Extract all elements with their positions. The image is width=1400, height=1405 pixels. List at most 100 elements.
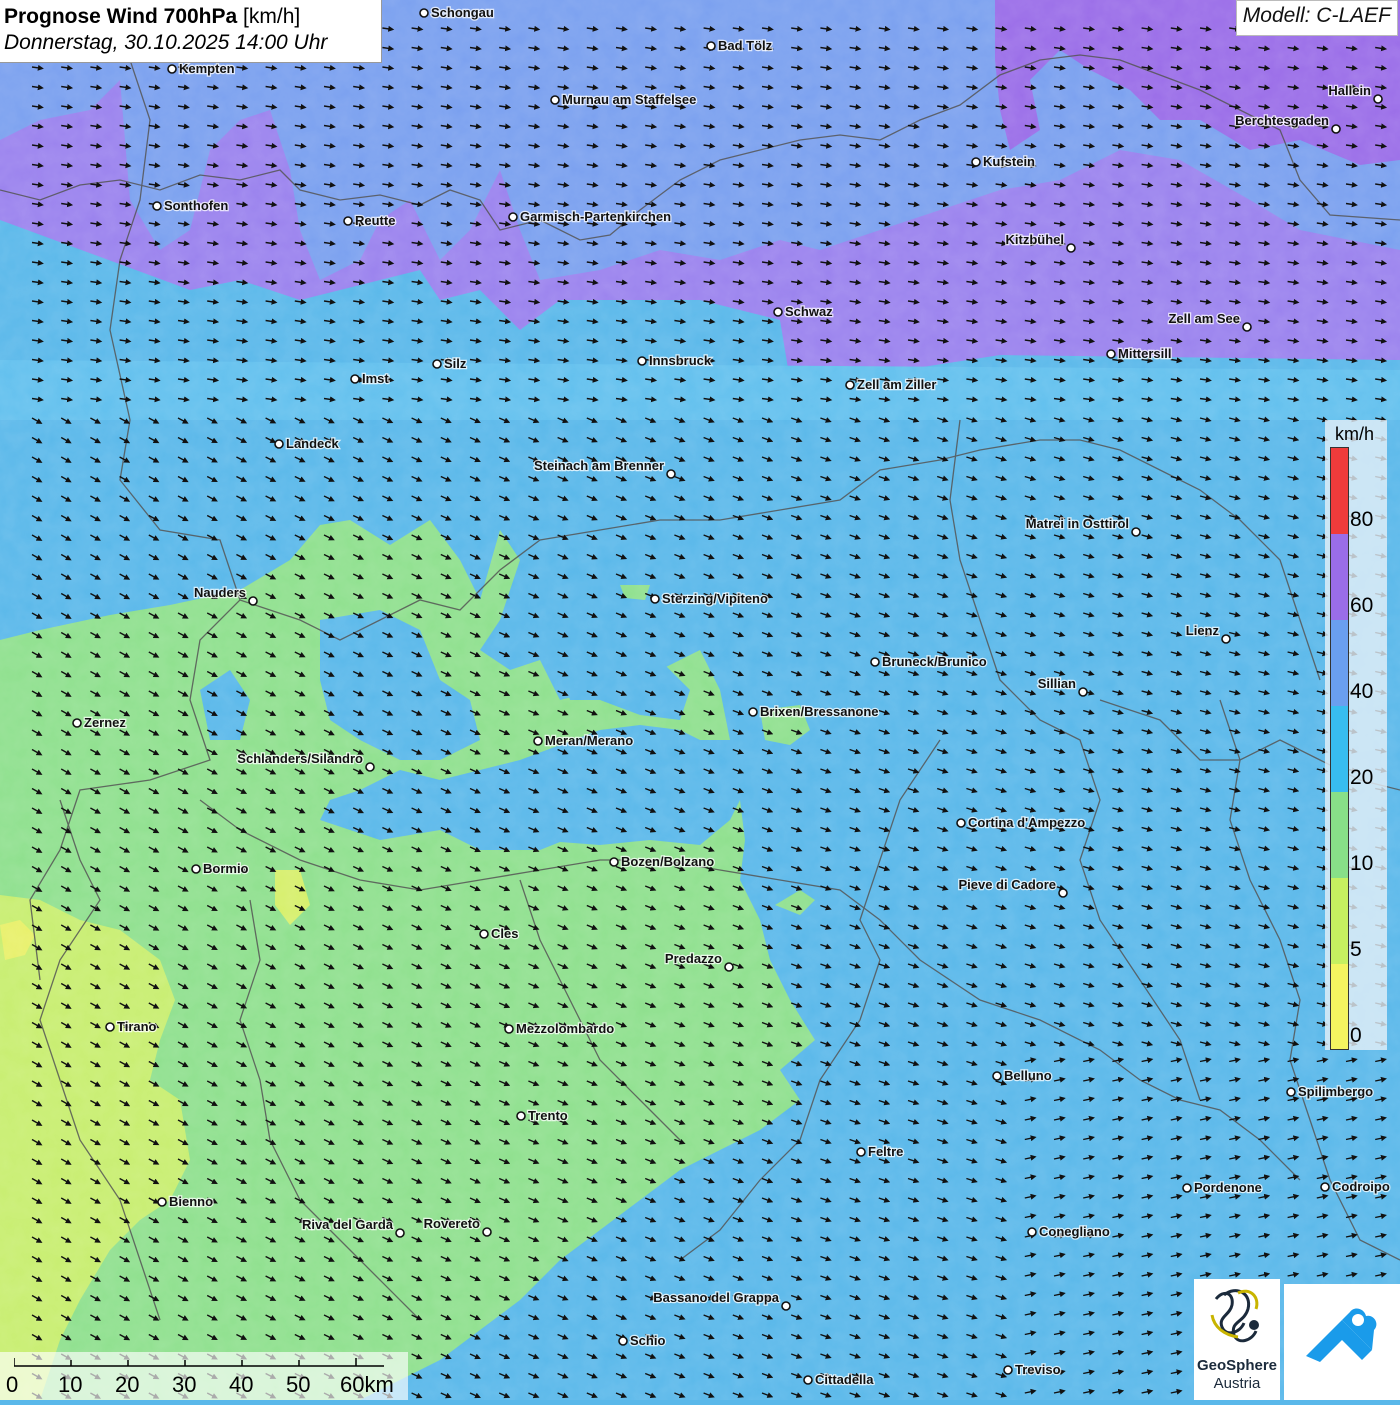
city-label: Bozen/Bolzano — [621, 854, 714, 869]
city-dot — [618, 1336, 628, 1346]
city-dot — [1286, 1087, 1296, 1097]
city-marker[interactable]: Meran/Merano — [533, 732, 634, 749]
legend-tick: 10 — [1350, 852, 1374, 875]
city-marker[interactable]: Pordenone — [1182, 1179, 1263, 1196]
city-label: Spilimbergo — [1298, 1084, 1373, 1099]
city-marker[interactable]: Mezzolombardo — [504, 1020, 616, 1037]
app-logo[interactable] — [1284, 1284, 1400, 1400]
city-dot — [1373, 94, 1383, 104]
city-dot — [343, 216, 353, 226]
city-label: Berchtesgaden — [1235, 113, 1329, 128]
city-dot — [1078, 687, 1088, 697]
scale-bar: 0 10 20 30 40 50 60km — [0, 1352, 408, 1400]
city-label: Feltre — [868, 1144, 903, 1159]
city-dot — [395, 1228, 405, 1238]
city-label: Meran/Merano — [545, 733, 633, 748]
city-label: Zell am Ziller — [857, 377, 936, 392]
legend-segment — [1331, 534, 1348, 620]
city-dot — [1027, 1227, 1037, 1237]
city-dot — [637, 356, 647, 366]
city-label: Conegliano — [1039, 1224, 1110, 1239]
city-dot — [856, 1147, 866, 1157]
color-legend: km/h 80 60 40 20 10 5 0 — [1325, 420, 1387, 1050]
city-dot — [1320, 1182, 1330, 1192]
wind-map[interactable]: Schongau Bad Tölz Kempten Murnau am Staffel… — [0, 0, 1400, 1400]
city-label: Schlanders/Silandro — [237, 751, 363, 766]
city-marker[interactable]: Cortina d'Ampezzo — [956, 814, 1087, 831]
city-label: Bad Tölz — [718, 38, 773, 53]
city-label: Cittadella — [815, 1372, 874, 1387]
mountain-cloud-icon — [1306, 1308, 1377, 1362]
city-label: Rovereto — [424, 1216, 480, 1231]
city-label: Nauders — [194, 585, 246, 600]
city-marker[interactable]: Cittadella — [803, 1371, 876, 1388]
title-panel: Prognose Wind 700hPa [km/h] Donnerstag, … — [0, 0, 382, 63]
city-dot — [72, 718, 82, 728]
city-dot — [1242, 322, 1252, 332]
city-label: Garmisch-Partenkirchen — [520, 209, 671, 224]
city-label: Innsbruck — [649, 353, 712, 368]
city-dot — [508, 212, 518, 222]
city-label: Cles — [491, 926, 518, 941]
city-label: Sterzing/Vipiteno — [662, 591, 768, 606]
scale-label: 60km — [340, 1372, 394, 1397]
city-label: Lienz — [1186, 623, 1220, 638]
scale-label: 50 — [286, 1372, 311, 1397]
city-dot — [1221, 634, 1231, 644]
city-marker[interactable]: Murnau am Staffelsee — [550, 91, 698, 108]
city-label: Silz — [444, 356, 467, 371]
logo-text-line1: GeoSphere — [1196, 1357, 1278, 1374]
city-marker[interactable]: Schongau — [419, 4, 495, 21]
legend-segment — [1331, 792, 1348, 878]
city-marker[interactable]: Conegliano — [1027, 1223, 1111, 1240]
city-label: Bruneck/Brunico — [882, 654, 987, 669]
city-label: Mittersill — [1118, 346, 1171, 361]
city-marker[interactable]: Sonthofen — [152, 197, 230, 214]
city-label: Bormio — [203, 861, 249, 876]
geosphere-logo[interactable]: GeoSphere Austria — [1194, 1279, 1280, 1400]
city-label: Imst — [362, 371, 389, 386]
city-label: Kitzbühel — [1006, 232, 1065, 247]
city-dot — [365, 762, 375, 772]
city-marker[interactable]: Spilimbergo — [1286, 1083, 1374, 1100]
city-label: Zernez — [84, 715, 126, 730]
city-dot — [419, 8, 429, 18]
legend-segment — [1331, 964, 1348, 1049]
city-label: Cortina d'Ampezzo — [968, 815, 1085, 830]
city-dot — [482, 1227, 492, 1237]
city-label: Trento — [528, 1108, 568, 1123]
city-label: Bienno — [169, 1194, 213, 1209]
city-dot — [152, 201, 162, 211]
city-marker[interactable]: Bozen/Bolzano — [609, 853, 715, 870]
city-dot — [1058, 888, 1068, 898]
city-dot — [803, 1375, 813, 1385]
city-dot — [550, 95, 560, 105]
city-marker[interactable]: Codroipo — [1320, 1178, 1391, 1195]
city-dot — [1131, 527, 1141, 537]
city-marker[interactable]: Bruneck/Brunico — [870, 653, 988, 670]
city-marker[interactable]: Innsbruck — [637, 352, 713, 369]
city-marker[interactable]: Zell am Ziller — [845, 376, 938, 393]
city-label: Belluno — [1004, 1068, 1052, 1083]
legend-segment — [1331, 878, 1348, 964]
city-dot — [191, 864, 201, 874]
city-marker[interactable]: Garmisch-Partenkirchen — [508, 208, 672, 225]
city-dot — [845, 380, 855, 390]
legend-tick: 0 — [1350, 1024, 1362, 1047]
city-dot — [157, 1197, 167, 1207]
city-label: Riva del Garda — [302, 1217, 394, 1232]
city-dot — [504, 1024, 514, 1034]
city-label: Mezzolombardo — [516, 1021, 614, 1036]
city-marker[interactable]: Sterzing/Vipiteno — [650, 590, 769, 607]
city-label: Brixen/Bressanone — [760, 704, 879, 719]
city-dot — [956, 818, 966, 828]
city-label: Kempten — [179, 61, 235, 76]
legend-tick: 80 — [1350, 508, 1374, 531]
city-dot — [167, 64, 177, 74]
title-main: Prognose Wind 700hPa — [4, 5, 238, 28]
city-dot — [870, 657, 880, 667]
city-marker[interactable]: Brixen/Bressanone — [748, 703, 880, 720]
city-dot — [781, 1301, 791, 1311]
city-dot — [105, 1022, 115, 1032]
city-label: Predazzo — [665, 951, 722, 966]
